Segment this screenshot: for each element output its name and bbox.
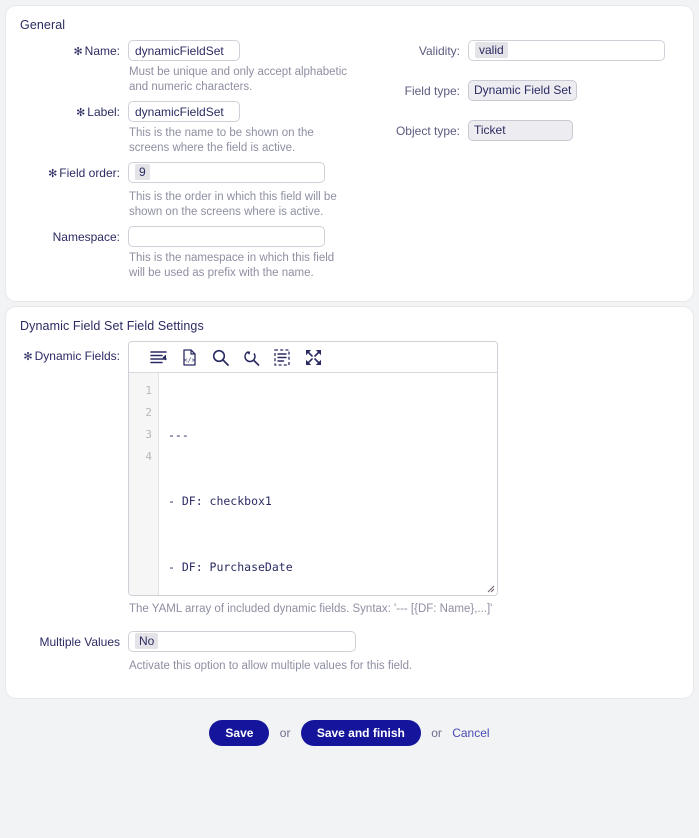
dynamic-fields-label: ✻ Dynamic Fields: xyxy=(23,349,120,363)
object-type-label: Object type: xyxy=(395,124,460,138)
field-order-hint: This is the order in which this field wi… xyxy=(129,191,337,218)
required-asterisk-icon: ✻ xyxy=(48,168,58,180)
code-line: - DF: checkbox1 xyxy=(168,494,272,508)
yaml-editor[interactable]: </> 1 2 3 4 --- - DF: checkbox1 - DF: Pu… xyxy=(128,341,498,596)
form-actions: Save or Save and finish or Cancel xyxy=(0,720,699,746)
multiple-values-field-wrap: No Activate this option to allow multipl… xyxy=(128,631,693,674)
editor-resize-handle[interactable] xyxy=(485,583,495,593)
general-right-column: Validity: valid Field type: Dynamic Fiel… xyxy=(380,40,693,287)
multiple-values-label: Multiple Values xyxy=(39,635,120,649)
code-file-icon[interactable]: </> xyxy=(180,348,198,366)
label-row: ✻Label: This is the name to be shown on … xyxy=(6,101,380,156)
name-row: ✻Name: Must be unique and only accept al… xyxy=(6,40,380,95)
field-order-value: 9 xyxy=(135,164,150,180)
required-asterisk-icon: ✻ xyxy=(76,107,86,119)
field-type-label: Field type: xyxy=(404,84,460,98)
namespace-field-wrap: This is the namespace in which this fiel… xyxy=(128,226,380,281)
label-label: ✻ Label: xyxy=(76,105,120,119)
validity-value: valid xyxy=(475,42,508,58)
label-input[interactable] xyxy=(128,101,240,122)
or-separator: or xyxy=(431,726,442,740)
label-field-wrap: This is the name to be shown on the scre… xyxy=(128,101,380,156)
validity-label: Validity: xyxy=(418,44,460,58)
cancel-link[interactable]: Cancel xyxy=(452,726,489,740)
editor-line-numbers: 1 2 3 4 xyxy=(129,373,159,595)
object-type-value-box: Ticket xyxy=(468,120,573,141)
line-number: 1 xyxy=(145,384,152,397)
validity-select[interactable]: valid xyxy=(468,40,665,61)
multiple-values-hint: Activate this option to allow multiple v… xyxy=(129,660,413,672)
object-type-value: Ticket xyxy=(474,123,506,137)
code-line: --- xyxy=(168,428,189,442)
editor-toolbar: </> xyxy=(129,342,497,373)
line-number: 2 xyxy=(145,406,152,419)
line-number: 4 xyxy=(145,450,152,463)
search-icon[interactable] xyxy=(211,348,229,366)
multiple-values-value: No xyxy=(135,633,159,649)
name-field-wrap: Must be unique and only accept alphabeti… xyxy=(128,40,380,95)
set-settings-card: Dynamic Field Set Field Settings ✻ Dynami… xyxy=(6,307,693,698)
namespace-row: Namespace: This is the namespace in whic… xyxy=(6,226,380,281)
save-and-finish-button[interactable]: Save and finish xyxy=(300,720,421,746)
namespace-label: Namespace: xyxy=(52,230,120,244)
namespace-input[interactable] xyxy=(128,226,325,247)
code-line: - DF: PurchaseDate xyxy=(168,560,293,574)
validity-row: Validity: valid xyxy=(380,40,693,64)
multiple-values-row: Multiple Values No Activate this option … xyxy=(6,631,693,674)
label-hint: This is the name to be shown on the scre… xyxy=(129,127,314,154)
field-order-select[interactable]: 9 xyxy=(128,162,325,183)
required-asterisk-icon: ✻ xyxy=(73,46,83,58)
validity-field-wrap: valid xyxy=(468,40,693,64)
name-hint: Must be unique and only accept alphabeti… xyxy=(129,66,348,93)
general-columns: ✻Name: Must be unique and only accept al… xyxy=(6,40,693,287)
fullscreen-icon[interactable] xyxy=(304,348,322,366)
general-card: General ✻Name: Must be unique and only a… xyxy=(6,6,693,301)
multiple-values-select[interactable]: No xyxy=(128,631,356,652)
set-settings-section-title: Dynamic Field Set Field Settings xyxy=(20,319,204,333)
object-type-field-wrap: Ticket xyxy=(468,120,693,144)
select-all-icon[interactable] xyxy=(273,348,291,366)
name-input[interactable] xyxy=(128,40,240,61)
or-separator: or xyxy=(279,726,291,740)
dynamic-fields-field-wrap: </> 1 2 3 4 --- - DF: checkbox1 - DF: Pu… xyxy=(128,341,693,617)
name-label: ✻ Name: xyxy=(73,44,120,58)
field-type-row: Field type: Dynamic Field Set xyxy=(380,80,693,104)
search-replace-icon[interactable] xyxy=(242,348,260,366)
field-type-field-wrap: Dynamic Field Set xyxy=(468,80,693,104)
required-asterisk-icon: ✻ xyxy=(23,351,33,363)
field-type-value-box: Dynamic Field Set xyxy=(468,80,578,101)
dynamic-fields-row: ✻ Dynamic Fields: </> 1 2 3 4 --- - DF: … xyxy=(6,341,693,617)
general-section-title: General xyxy=(20,18,66,32)
line-number: 3 xyxy=(145,428,152,441)
field-type-value: Dynamic Field Set xyxy=(474,83,572,97)
namespace-hint: This is the namespace in which this fiel… xyxy=(129,252,335,279)
format-indent-icon[interactable] xyxy=(149,348,167,366)
field-order-label: ✻ Field order: xyxy=(48,166,120,180)
field-order-field-wrap: 9 This is the order in which this field … xyxy=(128,162,380,220)
editor-body[interactable]: 1 2 3 4 --- - DF: checkbox1 - DF: Purcha… xyxy=(129,373,497,595)
dynamic-fields-hint: The YAML array of included dynamic field… xyxy=(129,603,493,615)
svg-text:</>: </> xyxy=(183,356,195,364)
general-left-column: ✻Name: Must be unique and only accept al… xyxy=(6,40,380,287)
editor-content[interactable]: --- - DF: checkbox1 - DF: PurchaseDate xyxy=(159,373,497,595)
field-order-row: ✻ Field order: 9 This is the order in whi… xyxy=(6,162,380,220)
save-button[interactable]: Save xyxy=(209,720,270,746)
object-type-row: Object type: Ticket xyxy=(380,120,693,144)
